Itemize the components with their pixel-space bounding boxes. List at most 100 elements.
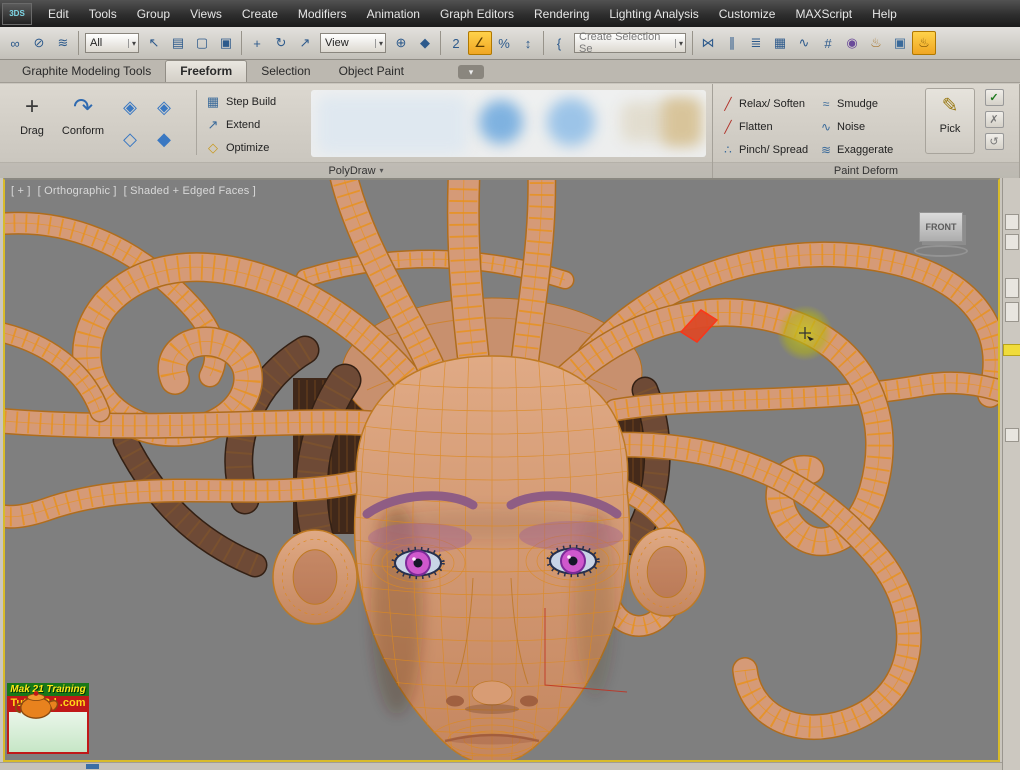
menu-animation[interactable]: Animation [357, 0, 430, 27]
command-panel-box[interactable] [1005, 234, 1019, 250]
conform-brush-1-icon[interactable]: ◈ [114, 92, 146, 122]
mirror-icon[interactable]: ⋈ [696, 31, 720, 55]
menu-help[interactable]: Help [862, 0, 907, 27]
viewport-pov-menu[interactable]: [ Orthographic ] [38, 185, 117, 197]
layer-manager-icon[interactable]: ≣ [744, 31, 768, 55]
bind-to-spacewarp-icon[interactable]: ≋ [51, 31, 75, 55]
window-crossing-icon[interactable]: ▣ [214, 31, 238, 55]
render-setup-icon[interactable]: ♨ [864, 31, 888, 55]
pick-button[interactable]: ✎ Pick [925, 88, 975, 154]
named-selection-set-dropdown-value: Create Selection Se [579, 31, 661, 55]
select-and-scale-icon[interactable]: ↗ [293, 31, 317, 55]
rendered-frame-window-icon[interactable]: ▣ [888, 31, 912, 55]
conform-button[interactable]: ↷ Conform [56, 84, 110, 161]
revert-button[interactable]: ↺ [984, 133, 1004, 150]
noise-button[interactable]: ∿ Noise [819, 115, 911, 138]
ribbon-config-icon[interactable]: ▾ [457, 65, 484, 79]
command-panel-box[interactable] [1005, 302, 1019, 322]
relax-soften-button[interactable]: ╱ Relax/ Soften [721, 92, 817, 115]
select-and-move-icon[interactable]: + [245, 31, 269, 55]
polydraw-panel-label[interactable]: PolyDraw ▾ [0, 162, 712, 178]
conform-brush-2-icon[interactable]: ◈ [148, 92, 180, 122]
percent-snap-icon[interactable]: % [492, 31, 516, 55]
optimize-label: Optimize [226, 141, 270, 154]
edit-named-selections-icon[interactable]: { [547, 31, 571, 55]
use-pivot-center-icon[interactable]: ⊕ [389, 31, 413, 55]
chevron-down-icon: ▾ [674, 38, 683, 48]
flatten-label: Flatten [739, 120, 773, 133]
command-panel-box[interactable] [1005, 214, 1019, 230]
blurred-icon [547, 98, 595, 146]
viewcube-ring[interactable] [914, 245, 968, 257]
step-build-label: Step Build [226, 95, 277, 108]
menu-edit[interactable]: Edit [38, 0, 79, 27]
selection-filter-dropdown[interactable]: All ▾ [85, 33, 139, 53]
viewport-canvas[interactable] [5, 180, 998, 760]
graphite-ribbon-toggle-icon[interactable]: ▦ [768, 31, 792, 55]
tab-selection[interactable]: Selection [247, 61, 324, 82]
tab-object-paint[interactable]: Object Paint [325, 61, 418, 82]
extend-button[interactable]: ↗ Extend [205, 113, 303, 136]
viewcube-front-face[interactable]: FRONT [919, 212, 963, 242]
material-editor-icon[interactable]: ◉ [840, 31, 864, 55]
select-object-icon[interactable]: ↖ [142, 31, 166, 55]
named-selection-set-dropdown[interactable]: Create Selection Se ▾ [574, 31, 686, 55]
conform-brush-3-icon[interactable]: ◇ [114, 124, 146, 154]
selection-region-icon[interactable]: ▢ [190, 31, 214, 55]
schematic-view-icon[interactable]: # [816, 31, 840, 55]
tab-freeform[interactable]: Freeform [165, 60, 248, 82]
smudge-button[interactable]: ≈ Smudge [819, 92, 911, 115]
viewcube[interactable]: FRONT [912, 212, 970, 257]
command-panel-box[interactable] [1005, 428, 1019, 442]
commit-button[interactable]: ✓ [984, 89, 1004, 106]
chevron-down-icon: ▾ [374, 38, 383, 48]
application-logo[interactable]: 3DS [2, 2, 32, 25]
select-and-link-icon[interactable]: ∞ [3, 31, 27, 55]
snap-toggle-2d-icon[interactable]: 2 [444, 31, 468, 55]
menu-views[interactable]: Views [180, 0, 232, 27]
tab-graphite-modeling-tools[interactable]: Graphite Modeling Tools [8, 61, 165, 82]
step-build-button[interactable]: ▦ Step Build [205, 90, 303, 113]
render-production-icon[interactable]: ♨ [912, 31, 936, 55]
command-panel-box[interactable] [1005, 278, 1019, 298]
extend-icon: ↗ [207, 116, 219, 132]
flatten-button[interactable]: ╱ Flatten [721, 115, 817, 138]
viewport-general-menu[interactable]: [ + ] [11, 185, 31, 197]
exaggerate-button[interactable]: ≋ Exaggerate [819, 138, 911, 161]
optimize-button[interactable]: ◇ Optimize [205, 136, 303, 159]
pinch-spread-button[interactable]: ∴ Pinch/ Spread [721, 138, 817, 161]
conform-brush-4-icon[interactable]: ◆ [148, 124, 180, 154]
menu-graph-editors[interactable]: Graph Editors [430, 0, 524, 27]
select-and-rotate-icon[interactable]: ↻ [269, 31, 293, 55]
curve-editor-icon[interactable]: ∿ [792, 31, 816, 55]
exaggerate-icon: ≋ [820, 142, 832, 157]
spinner-snap-icon[interactable]: ↕ [516, 31, 540, 55]
command-panel-strip[interactable] [1002, 178, 1020, 770]
drag-cursor-icon: + [24, 93, 39, 120]
menu-group[interactable]: Group [127, 0, 180, 27]
paint-deform-label-text: Paint Deform [833, 164, 899, 177]
cancel-button[interactable]: ✗ [984, 111, 1004, 128]
select-and-manipulate-icon[interactable]: ◆ [413, 31, 437, 55]
paint-deform-panel-label[interactable]: Paint Deform [713, 162, 1019, 178]
menu-create[interactable]: Create [232, 0, 288, 27]
angle-snap-icon[interactable]: ∠ [468, 31, 492, 55]
menu-lighting-analysis[interactable]: Lighting Analysis [599, 0, 708, 27]
pinch-spread-label: Pinch/ Spread [739, 143, 809, 156]
align-icon[interactable]: ∥ [720, 31, 744, 55]
toolbar-separator [692, 31, 693, 55]
drag-button[interactable]: + Drag [8, 84, 56, 161]
menu-maxscript[interactable]: MAXScript [785, 0, 862, 27]
viewport[interactable]: [ + ] [ Orthographic ] [ Shaded + Edged … [3, 178, 1000, 762]
select-by-name-icon[interactable]: ▤ [166, 31, 190, 55]
unlink-selection-icon[interactable]: ⊘ [27, 31, 51, 55]
modifier-highlight-bar[interactable] [1003, 344, 1020, 356]
menu-rendering[interactable]: Rendering [524, 0, 599, 27]
menu-tools[interactable]: Tools [79, 0, 127, 27]
viewport-shading-menu[interactable]: [ Shaded + Edged Faces ] [124, 185, 256, 197]
menu-modifiers[interactable]: Modifiers [288, 0, 357, 27]
step-build-icon: ▦ [206, 93, 220, 109]
noise-icon: ∿ [820, 119, 832, 134]
reference-coordinate-dropdown[interactable]: View ▾ [320, 33, 386, 53]
menu-customize[interactable]: Customize [709, 0, 786, 27]
